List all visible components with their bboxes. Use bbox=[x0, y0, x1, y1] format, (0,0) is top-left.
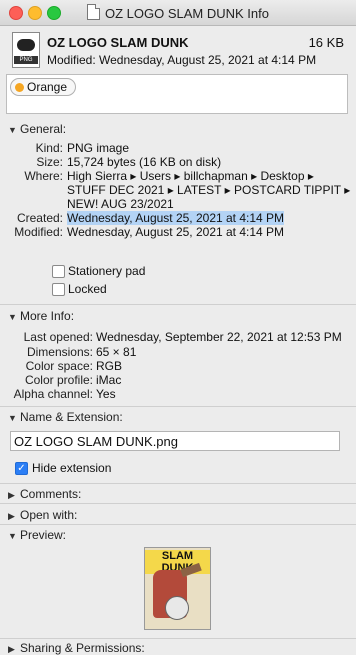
divider bbox=[0, 524, 356, 525]
where-label: Where: bbox=[24, 169, 63, 183]
file-thumbnail bbox=[17, 39, 35, 51]
hide-extension-label: Hide extension bbox=[32, 461, 112, 475]
divider bbox=[0, 304, 356, 305]
disclosure-open-icon[interactable]: ▼ bbox=[8, 125, 20, 135]
section-general[interactable]: ▼ General: bbox=[8, 122, 66, 136]
file-modified: Modified: Wednesday, August 25, 2021 at … bbox=[47, 53, 317, 67]
locked-checkbox[interactable] bbox=[52, 283, 65, 296]
section-more-info[interactable]: ▼ More Info: bbox=[8, 309, 74, 323]
window-title: OZ LOGO SLAM DUNK Info bbox=[0, 4, 356, 21]
divider bbox=[0, 483, 356, 484]
open-with-heading: Open with: bbox=[20, 508, 78, 522]
tag-orange[interactable]: Orange bbox=[10, 78, 77, 96]
modified-value: Wednesday, August 25, 2021 at 4:14 PM bbox=[67, 225, 285, 239]
created-label: Created: bbox=[16, 211, 63, 225]
disclosure-open-icon[interactable]: ▼ bbox=[8, 312, 20, 322]
disclosure-closed-icon[interactable]: ▶ bbox=[8, 511, 20, 522]
info-window: OZ LOGO SLAM DUNK Info PNG OZ LOGO SLAM … bbox=[0, 0, 356, 655]
color-profile-label: Color profile: bbox=[24, 373, 93, 387]
size-value: 15,724 bytes (16 KB on disk) bbox=[67, 155, 222, 169]
basketball-shape bbox=[165, 596, 189, 620]
filename-input[interactable]: OZ LOGO SLAM DUNK.png bbox=[10, 431, 340, 451]
where-value-line1: High Sierra ▸ Users ▸ billchapman ▸ Desk… bbox=[67, 169, 314, 183]
size-label: Size: bbox=[36, 155, 63, 169]
kind-label: Kind: bbox=[35, 141, 63, 155]
modified-label: Modified: bbox=[14, 225, 63, 239]
color-profile-value: iMac bbox=[96, 373, 122, 387]
created-value[interactable]: Wednesday, August 25, 2021 at 4:14 PM bbox=[67, 211, 285, 225]
color-space-value: RGB bbox=[96, 359, 123, 373]
color-space-label: Color space: bbox=[25, 359, 93, 373]
file-name: OZ LOGO SLAM DUNK bbox=[47, 35, 189, 50]
kind-value: PNG image bbox=[67, 141, 130, 155]
file-type-badge: PNG bbox=[14, 56, 38, 64]
orange-tag-dot-icon bbox=[15, 83, 24, 92]
tag-label: Orange bbox=[27, 80, 68, 94]
locked-label: Locked bbox=[68, 282, 107, 296]
dimensions-value: 65 × 81 bbox=[96, 345, 137, 359]
tags-field[interactable]: Orange bbox=[6, 74, 348, 114]
hide-extension-checkbox[interactable]: ✓ bbox=[15, 462, 28, 475]
stationery-pad-label: Stationery pad bbox=[68, 264, 146, 278]
name-extension-heading: Name & Extension: bbox=[20, 410, 123, 424]
divider bbox=[0, 638, 356, 639]
where-value-line3: NEW! AUG 23/2021 bbox=[67, 197, 174, 211]
last-opened-label: Last opened: bbox=[23, 330, 93, 344]
file-size: 16 KB bbox=[308, 35, 344, 50]
disclosure-closed-icon[interactable]: ▶ bbox=[8, 490, 20, 501]
section-open-with[interactable]: ▶ Open with: bbox=[8, 508, 77, 522]
stationery-pad-checkbox[interactable] bbox=[52, 265, 65, 278]
general-heading: General: bbox=[20, 122, 67, 136]
alpha-channel-label: Alpha channel: bbox=[13, 387, 93, 401]
section-name-extension[interactable]: ▼ Name & Extension: bbox=[8, 410, 123, 424]
png-file-icon[interactable]: PNG bbox=[12, 32, 40, 68]
disclosure-open-icon[interactable]: ▼ bbox=[8, 413, 20, 423]
where-value-line2: STUFF DEC 2021 ▸ LATEST ▸ POSTCARD TIPPI… bbox=[67, 183, 351, 197]
document-icon bbox=[87, 4, 100, 20]
window-title-text: OZ LOGO SLAM DUNK Info bbox=[105, 6, 269, 21]
more-info-heading: More Info: bbox=[20, 309, 75, 323]
preview-heading: Preview: bbox=[20, 528, 67, 542]
dimensions-label: Dimensions: bbox=[26, 345, 93, 359]
divider bbox=[0, 406, 356, 407]
title-bar[interactable]: OZ LOGO SLAM DUNK Info bbox=[0, 0, 356, 26]
section-preview[interactable]: ▼ Preview: bbox=[8, 528, 66, 542]
divider bbox=[0, 503, 356, 504]
preview-image: SLAM DUNK bbox=[144, 547, 211, 630]
section-comments[interactable]: ▶ Comments: bbox=[8, 487, 81, 501]
alpha-channel-value: Yes bbox=[96, 387, 116, 401]
comments-heading: Comments: bbox=[20, 487, 82, 501]
last-opened-value: Wednesday, September 22, 2021 at 12:53 P… bbox=[96, 330, 342, 344]
disclosure-open-icon[interactable]: ▼ bbox=[8, 531, 20, 541]
disclosure-closed-icon[interactable]: ▶ bbox=[8, 644, 20, 655]
